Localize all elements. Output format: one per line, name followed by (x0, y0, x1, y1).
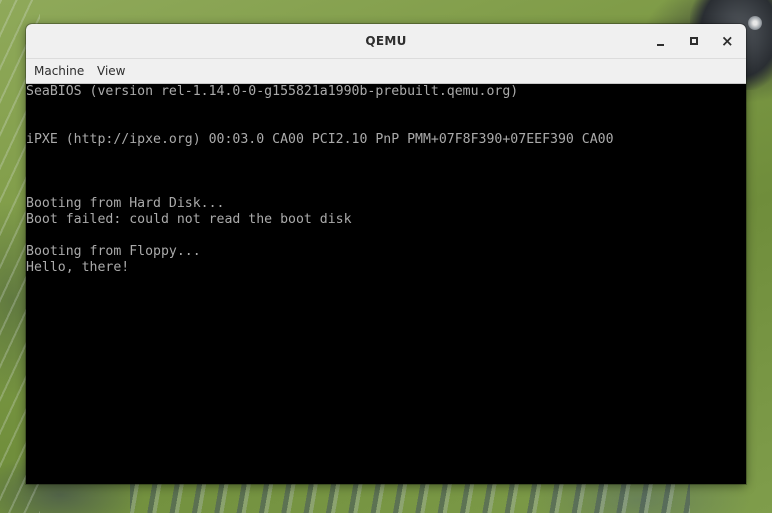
console-line: iPXE (http://ipxe.org) 00:03.0 CA00 PCI2… (26, 132, 614, 147)
console-line: Boot failed: could not read the boot dis… (26, 212, 352, 227)
maximize-button[interactable] (685, 32, 703, 50)
close-button[interactable]: × (718, 32, 736, 50)
desktop-wallpaper-feathers-bottom (130, 484, 690, 513)
console-line: Booting from Hard Disk... (26, 196, 225, 211)
minimize-button[interactable] (652, 32, 670, 50)
menu-view[interactable]: View (97, 64, 125, 78)
desktop-wallpaper-bird-eye (748, 16, 762, 30)
menu-machine[interactable]: Machine (34, 64, 84, 78)
window-titlebar[interactable]: QEMU × (26, 24, 746, 59)
close-icon: × (721, 32, 734, 50)
console-line: Hello, there! (26, 260, 130, 275)
menubar: Machine View (26, 59, 746, 84)
minimize-icon (657, 44, 664, 46)
vm-console-display[interactable]: SeaBIOS (version rel-1.14.0-0-g155821a19… (26, 84, 746, 484)
console-line: SeaBIOS (version rel-1.14.0-0-g155821a19… (26, 84, 519, 99)
qemu-window[interactable]: QEMU × Machine View SeaBIOS (version rel… (26, 24, 746, 484)
window-title: QEMU (365, 34, 407, 48)
maximize-icon (690, 37, 698, 45)
console-line: Booting from Floppy... (26, 244, 201, 259)
